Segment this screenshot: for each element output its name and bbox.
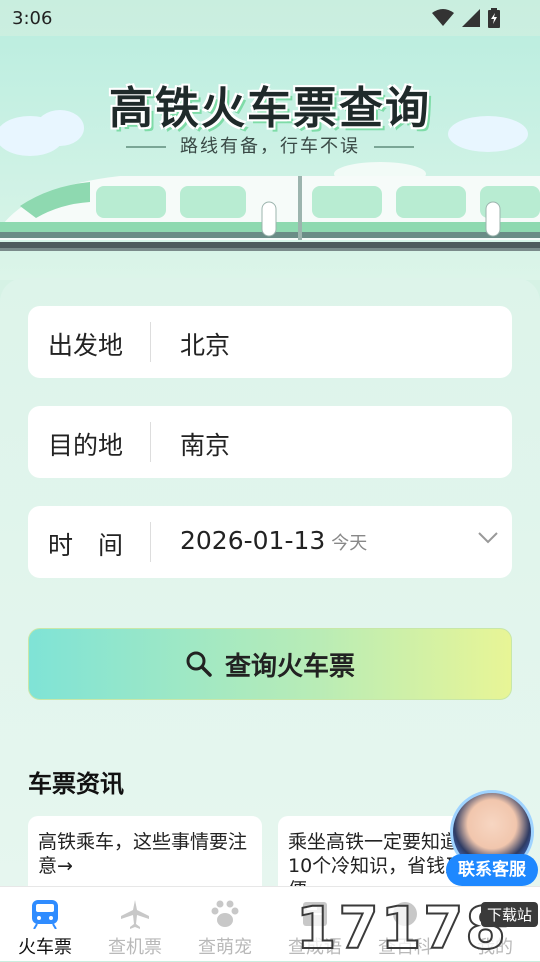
date-hint: 今天: [331, 533, 368, 554]
date-field[interactable]: 时 间 2026-01-13 今天: [28, 506, 512, 578]
watermark-text: 17178: [295, 894, 508, 962]
chevron-down-icon[interactable]: [478, 532, 498, 544]
paw-icon: [211, 900, 239, 927]
field-divider: [150, 422, 151, 462]
plane-icon: [121, 900, 149, 929]
origin-field[interactable]: 出发地 北京: [28, 306, 512, 378]
hero-banner: 高铁火车票查询 路线有备，行车不误: [0, 36, 540, 280]
destination-value[interactable]: 南京: [180, 426, 230, 462]
search-icon: [186, 651, 212, 677]
tab-train[interactable]: 火车票: [0, 887, 90, 961]
date-value-wrap[interactable]: 2026-01-13 今天: [180, 526, 367, 555]
tab-label: 查萌宠: [198, 937, 252, 958]
date-value: 2026-01-13: [180, 526, 326, 555]
tab-flight[interactable]: 查机票: [90, 887, 180, 961]
search-button-label: 查询火车票: [224, 651, 355, 682]
battery-icon: [488, 8, 500, 28]
hero-title: 高铁火车票查询: [109, 83, 431, 134]
origin-value[interactable]: 北京: [180, 326, 230, 362]
field-divider: [150, 322, 151, 362]
news-card-text: 高铁乘车，这些事情要注意→: [38, 831, 248, 877]
train-icon: [32, 900, 58, 929]
tab-pet[interactable]: 查萌宠: [180, 887, 270, 961]
destination-label: 目的地: [48, 431, 124, 460]
news-section-title: 车票资讯: [28, 770, 124, 798]
site-watermark: 17178 下载站: [295, 894, 540, 962]
search-train-button[interactable]: 查询火车票: [28, 628, 512, 700]
status-icons: [432, 8, 500, 28]
field-divider: [150, 522, 151, 562]
date-label: 时 间: [48, 531, 124, 560]
origin-label: 出发地: [48, 331, 124, 360]
status-time: 3:06: [12, 8, 53, 29]
tab-label: 查机票: [108, 937, 162, 958]
hero-subtitle: 路线有备，行车不误: [0, 132, 540, 158]
tab-label: 火车票: [18, 937, 72, 958]
destination-field[interactable]: 目的地 南京: [28, 406, 512, 478]
status-bar: 3:06: [0, 0, 540, 36]
signal-icon: [462, 9, 480, 27]
watermark-badge: 下载站: [480, 902, 538, 927]
customer-service-label: 联系客服: [446, 854, 538, 886]
customer-service-button[interactable]: 联系客服: [446, 788, 538, 888]
wifi-icon: [432, 9, 454, 26]
